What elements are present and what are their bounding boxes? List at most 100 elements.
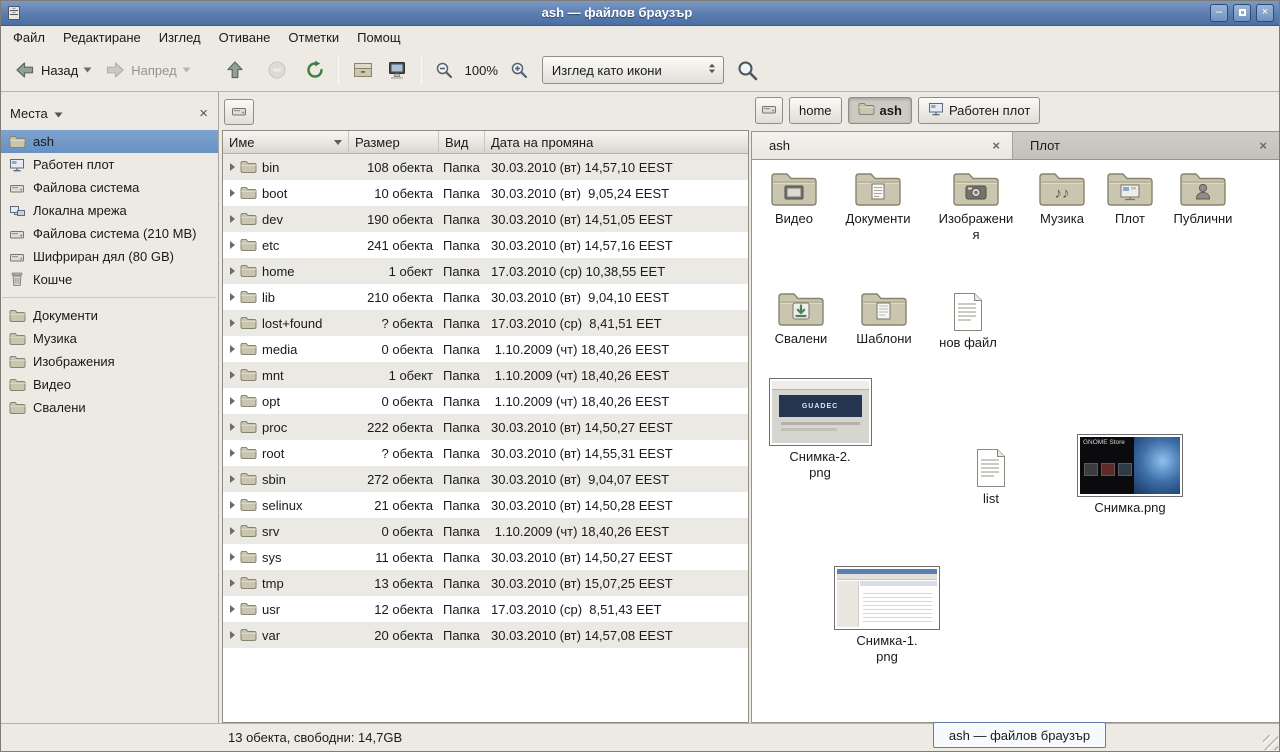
menu-go[interactable]: Отиване xyxy=(210,26,280,49)
resize-grip-icon[interactable] xyxy=(1263,735,1278,750)
file-row-dev[interactable]: dev190 обектаПапка30.03.2010 (вт) 14,51,… xyxy=(223,206,748,232)
thumbnail-snimka-1[interactable]: Снимка-1.png xyxy=(832,566,942,665)
folder-music[interactable]: ♪♪Музика xyxy=(1020,168,1104,227)
expander-icon[interactable] xyxy=(230,293,235,301)
expander-icon[interactable] xyxy=(230,345,235,353)
expander-icon[interactable] xyxy=(230,371,235,379)
file-row-opt[interactable]: opt0 обектаПапка 1.10.2009 (чт) 18,40,26… xyxy=(223,388,748,414)
file-row-lost+found[interactable]: lost+found? обектаПапка17.03.2010 (ср) 8… xyxy=(223,310,748,336)
folder-public[interactable]: Публични xyxy=(1158,168,1248,227)
folder-pictures[interactable]: Изображения xyxy=(934,168,1018,243)
sidebar-item-trash[interactable]: Кошче xyxy=(0,268,218,291)
folder-video[interactable]: Видео xyxy=(752,168,836,227)
expander-icon[interactable] xyxy=(230,501,235,509)
file-row-var[interactable]: var20 обектаПапка30.03.2010 (вт) 14,57,0… xyxy=(223,622,748,648)
menu-file[interactable]: Файл xyxy=(4,26,54,49)
sidebar-item-pictures[interactable]: Изображения xyxy=(0,350,218,373)
path-home-button[interactable]: home xyxy=(789,97,842,124)
file-row-sys[interactable]: sys11 обектаПапка30.03.2010 (вт) 14,50,2… xyxy=(223,544,748,570)
sidebar-item-filesystem-210mb[interactable]: Файлова система (210 MB) xyxy=(0,222,218,245)
sidebar-title[interactable]: Места xyxy=(10,106,48,121)
expander-icon[interactable] xyxy=(230,553,235,561)
path-ash-button[interactable]: ash xyxy=(848,97,912,124)
tab-ash[interactable]: ash× xyxy=(752,132,1013,159)
file-row-etc[interactable]: etc241 обектаПапка30.03.2010 (вт) 14,57,… xyxy=(223,232,748,258)
expander-icon[interactable] xyxy=(230,475,235,483)
maximize-button[interactable] xyxy=(1233,4,1251,22)
expander-icon[interactable] xyxy=(230,449,235,457)
folder-documents[interactable]: Документи xyxy=(833,168,923,227)
zoom-in-button[interactable] xyxy=(504,57,534,83)
expander-icon[interactable] xyxy=(230,605,235,613)
sidebar-item-documents[interactable]: Документи xyxy=(0,304,218,327)
file-row-media[interactable]: media0 обектаПапка 1.10.2009 (чт) 18,40,… xyxy=(223,336,748,362)
home-button[interactable] xyxy=(346,56,380,84)
column-header-size[interactable]: Размер xyxy=(349,131,439,153)
left-pane-root-button[interactable] xyxy=(224,99,254,125)
sidebar-item-ash[interactable]: ash xyxy=(0,130,218,153)
file-row-home[interactable]: home1 обектПапка17.03.2010 (ср) 10,38,55… xyxy=(223,258,748,284)
tab-close-icon[interactable]: × xyxy=(982,139,1000,152)
expander-icon[interactable] xyxy=(230,215,235,223)
view-mode-select[interactable]: Изглед като икони xyxy=(542,56,724,84)
sidebar-item-local-network[interactable]: Локална мрежа xyxy=(0,199,218,222)
computer-button[interactable] xyxy=(380,56,414,84)
file-row-usr[interactable]: usr12 обектаПапка17.03.2010 (ср) 8,51,43… xyxy=(223,596,748,622)
file-row-selinux[interactable]: selinux21 обектаПапка30.03.2010 (вт) 14,… xyxy=(223,492,748,518)
sidebar-close-icon[interactable]: × xyxy=(199,106,208,121)
thumbnail-snimka[interactable]: GNOME StoreСнимка.png xyxy=(1074,434,1186,516)
search-button[interactable] xyxy=(734,57,761,84)
close-button[interactable]: × xyxy=(1256,4,1274,22)
up-button[interactable] xyxy=(219,55,251,85)
tab-close-icon[interactable]: × xyxy=(1249,139,1267,152)
file-row-srv[interactable]: srv0 обектаПапка 1.10.2009 (чт) 18,40,26… xyxy=(223,518,748,544)
file-row-mnt[interactable]: mnt1 обектПапка 1.10.2009 (чт) 18,40,26 … xyxy=(223,362,748,388)
menu-view[interactable]: Изглед xyxy=(150,26,210,49)
expander-icon[interactable] xyxy=(230,241,235,249)
file-row-tmp[interactable]: tmp13 обектаПапка30.03.2010 (вт) 15,07,2… xyxy=(223,570,748,596)
file-list[interactable]: list xyxy=(951,448,1031,507)
file-row-proc[interactable]: proc222 обектаПапка30.03.2010 (вт) 14,50… xyxy=(223,414,748,440)
back-button[interactable]: Назад xyxy=(8,56,98,84)
expander-icon[interactable] xyxy=(230,423,235,431)
path-root-button[interactable] xyxy=(755,97,783,124)
stop-button[interactable] xyxy=(261,56,293,84)
expander-icon[interactable] xyxy=(230,631,235,639)
folder-downloads[interactable]: Свалени xyxy=(756,288,846,347)
expander-icon[interactable] xyxy=(230,163,235,171)
sidebar-item-video[interactable]: Видео xyxy=(0,373,218,396)
expander-icon[interactable] xyxy=(230,579,235,587)
folder-desktop[interactable]: Плот xyxy=(1095,168,1165,227)
reload-button[interactable] xyxy=(299,56,331,84)
folder-templates[interactable]: Шаблони xyxy=(839,288,929,347)
minimize-button[interactable]: – xyxy=(1210,4,1228,22)
expander-icon[interactable] xyxy=(230,189,235,197)
new-file[interactable]: нов файл xyxy=(923,292,1013,351)
titlebar[interactable]: ash — файлов браузър – × xyxy=(0,0,1280,26)
expander-icon[interactable] xyxy=(230,397,235,405)
sidebar-item-filesystem[interactable]: Файлова система xyxy=(0,176,218,199)
expander-icon[interactable] xyxy=(230,527,235,535)
zoom-level[interactable]: 100% xyxy=(465,63,498,78)
menu-help[interactable]: Помощ xyxy=(348,26,409,49)
column-header-type[interactable]: Вид xyxy=(439,131,485,153)
file-row-boot[interactable]: boot10 обектаПапка30.03.2010 (вт) 9,05,2… xyxy=(223,180,748,206)
column-header-date[interactable]: Дата на промяна xyxy=(485,131,748,153)
back-history-chevron-icon[interactable] xyxy=(83,67,92,73)
file-row-lib[interactable]: lib210 обектаПапка30.03.2010 (вт) 9,04,1… xyxy=(223,284,748,310)
sidebar-title-chevron-icon[interactable] xyxy=(54,106,63,121)
file-row-sbin[interactable]: sbin272 обектаПапка30.03.2010 (вт) 9,04,… xyxy=(223,466,748,492)
sidebar-item-desktop[interactable]: Работен плот xyxy=(0,153,218,176)
expander-icon[interactable] xyxy=(230,319,235,327)
icon-view[interactable]: ВидеоДокументиИзображения♪♪МузикаПлотПуб… xyxy=(751,159,1280,723)
menu-bookmarks[interactable]: Отметки xyxy=(279,26,348,49)
forward-button[interactable]: Напред xyxy=(98,56,196,84)
sidebar-item-encrypted-80gb[interactable]: Шифриран дял (80 GB) xyxy=(0,245,218,268)
tab-plot[interactable]: Плот× xyxy=(1013,132,1279,159)
file-row-root[interactable]: root? обектаПапка30.03.2010 (вт) 14,55,3… xyxy=(223,440,748,466)
expander-icon[interactable] xyxy=(230,267,235,275)
file-row-bin[interactable]: bin108 обектаПапка30.03.2010 (вт) 14,57,… xyxy=(223,154,748,180)
sidebar-item-downloads[interactable]: Свалени xyxy=(0,396,218,419)
column-header-name[interactable]: Име xyxy=(223,131,349,153)
zoom-out-button[interactable] xyxy=(429,57,459,83)
